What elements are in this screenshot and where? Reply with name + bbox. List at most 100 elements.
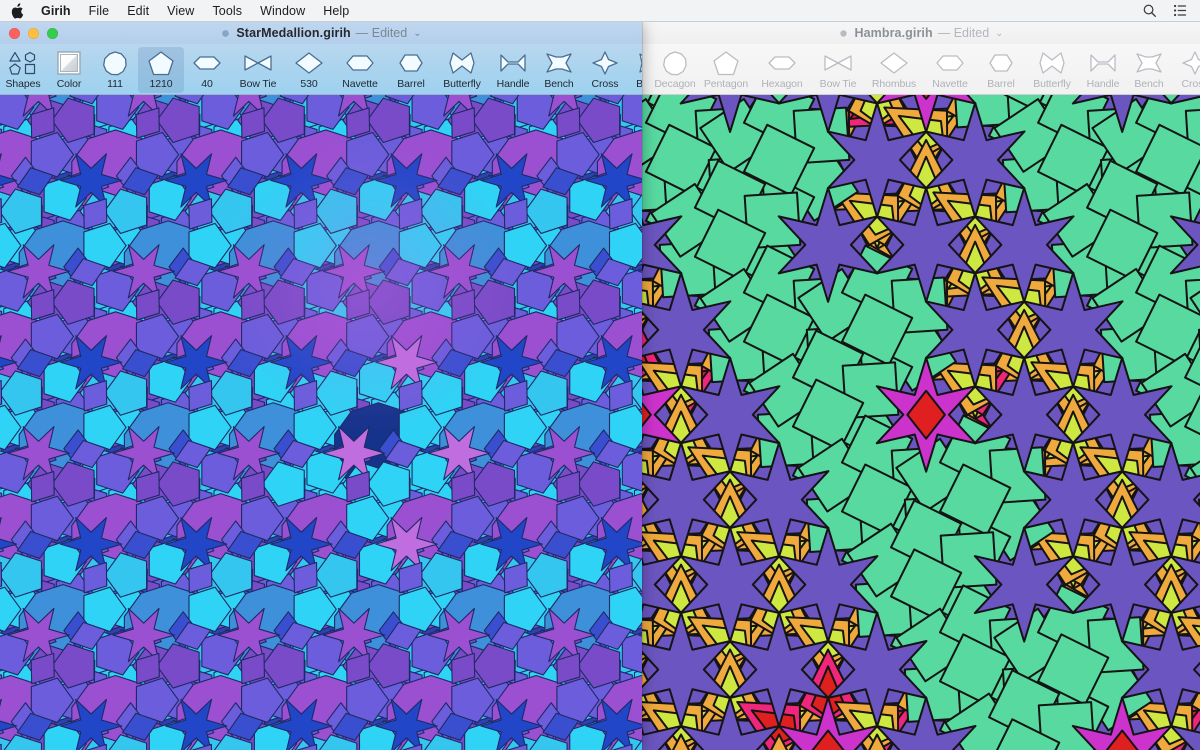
toolbar-label: Bow Tie — [240, 78, 277, 90]
toolbar-label: 40 — [201, 78, 212, 90]
toolbar-label: Navette — [932, 78, 968, 90]
menu-item-tools[interactable]: Tools — [203, 0, 251, 22]
window-title-text-star: StarMedallion.girih — [236, 26, 350, 40]
toolbar-item-pentagon-hambra[interactable]: Pentagon — [698, 47, 754, 93]
rhombus-icon — [294, 50, 324, 76]
toolbar-item-navette[interactable]: Navette — [332, 47, 388, 93]
toolbar-hambra: » Decagon Pentagon Hexagon — [642, 44, 1200, 95]
toolbar-item-handle[interactable]: Handle — [490, 47, 536, 93]
butterfly-icon — [448, 50, 476, 76]
cross-icon — [1181, 50, 1200, 76]
toolbar-item-butterfly[interactable]: Butterfly — [434, 47, 490, 93]
toolbar-label: Barrel — [987, 78, 1014, 90]
toolbar-item-decagon-hambra[interactable]: Decagon — [652, 47, 698, 93]
toolbar-item-bridge[interactable]: Bridge — [628, 47, 642, 93]
toolbar-label: Butterfly — [1033, 78, 1071, 90]
toolbar-label: Bench — [1134, 78, 1163, 90]
toolbar-label: Handle — [497, 78, 530, 90]
navette-icon — [345, 50, 375, 76]
toolbar-label: Cross — [592, 78, 619, 90]
titlebar-star-medallion[interactable]: StarMedallion.girih — Edited ⌄ — [0, 22, 642, 44]
toolbar-item-530[interactable]: 530 — [286, 47, 332, 93]
color-swatch-icon — [56, 50, 82, 76]
document-badge-icon — [838, 28, 849, 39]
toolbar-item-barrel[interactable]: Barrel — [388, 47, 434, 93]
handle-icon — [498, 50, 528, 76]
window-star-medallion[interactable]: StarMedallion.girih — Edited ⌄ Shapes — [0, 22, 642, 750]
menu-item-help[interactable]: Help — [314, 0, 358, 22]
minimize-button[interactable] — [28, 28, 39, 39]
toolbar-item-cross-hambra[interactable]: Cross — [1172, 47, 1200, 93]
toolbar-item-handle-hambra[interactable]: Handle — [1080, 47, 1126, 93]
barrel-icon — [396, 50, 426, 76]
control-center-icon[interactable] — [1173, 3, 1188, 18]
toolbar-label: Barrel — [397, 78, 424, 90]
menu-item-edit[interactable]: Edit — [118, 0, 158, 22]
toolbar-item-hexagon-hambra[interactable]: Hexagon — [754, 47, 810, 93]
zoom-button[interactable] — [47, 28, 58, 39]
window-title-star-medallion: StarMedallion.girih — Edited ⌄ — [0, 22, 642, 44]
toolbar-label: Bow Tie — [820, 78, 857, 90]
menu-item-view[interactable]: View — [158, 0, 203, 22]
girih-star-medallion-pattern — [0, 95, 642, 750]
toolbar-item-bench-hambra[interactable]: Bench — [1126, 47, 1172, 93]
menu-bar: Girih File Edit View Tools Window Help — [0, 0, 1200, 22]
chevron-down-icon[interactable]: ⌄ — [995, 28, 1003, 39]
toolbar-star-medallion: Shapes Color — [0, 44, 642, 95]
window-edited-badge-hambra: — Edited — [938, 26, 989, 40]
window-hambra[interactable]: Hambra.girih — Edited ⌄ » Decagon Pentag… — [642, 22, 1200, 750]
toolbar-label: Navette — [342, 78, 378, 90]
hexagon-icon — [192, 50, 222, 76]
toolbar-label: Butterfly — [443, 78, 481, 90]
cross-icon — [591, 50, 619, 76]
window-edited-badge-star: — Edited — [356, 26, 407, 40]
menu-item-window[interactable]: Window — [251, 0, 314, 22]
menu-item-girih[interactable]: Girih — [32, 0, 80, 22]
toolbar-label: Hexagon — [761, 78, 802, 90]
hexagon-icon — [767, 50, 797, 76]
toolbar-label: Decagon — [654, 78, 695, 90]
toolbar-item-bowtie-hambra[interactable]: Bow Tie — [810, 47, 866, 93]
barrel-icon — [986, 50, 1016, 76]
titlebar-hambra[interactable]: Hambra.girih — Edited ⌄ — [642, 22, 1200, 44]
toolbar-item-bow-tie[interactable]: Bow Tie — [230, 47, 286, 93]
canvas-hambra[interactable] — [642, 95, 1200, 750]
pentagon-icon — [147, 50, 175, 76]
handle-icon — [1088, 50, 1118, 76]
toolbar-item-111[interactable]: 111 — [92, 47, 138, 93]
butterfly-icon — [1038, 50, 1066, 76]
bridge-icon — [637, 50, 642, 76]
toolbar-item-cross[interactable]: Cross — [582, 47, 628, 93]
toolbar-item-1210[interactable]: 1210 — [138, 47, 184, 93]
close-button[interactable] — [9, 28, 20, 39]
menu-bar-left: Girih File Edit View Tools Window Help — [0, 0, 358, 22]
toolbar-label: Pentagon — [704, 78, 748, 90]
pentagon-icon — [712, 50, 740, 76]
search-icon[interactable] — [1142, 3, 1157, 18]
bowtie-icon — [243, 50, 273, 76]
toolbar-label: Bridge — [636, 78, 642, 90]
toolbar-item-shapes[interactable]: Shapes — [0, 47, 46, 93]
toolbar-item-butterfly-hambra[interactable]: Butterfly — [1024, 47, 1080, 93]
toolbar-label: 111 — [107, 78, 123, 90]
rhombus-icon — [879, 50, 909, 76]
bench-icon — [1134, 50, 1164, 76]
toolbar-item-navette-hambra[interactable]: Navette — [922, 47, 978, 93]
toolbar-label: Rhombus — [872, 78, 916, 90]
window-title-hambra: Hambra.girih — Edited ⌄ — [642, 22, 1200, 44]
traffic-lights — [9, 28, 58, 39]
toolbar-item-color[interactable]: Color — [46, 47, 92, 93]
canvas-star-medallion[interactable] — [0, 95, 642, 750]
toolbar-item-40[interactable]: 40 — [184, 47, 230, 93]
toolbar-item-rhombus-hambra[interactable]: Rhombus — [866, 47, 922, 93]
toolbar-label: 1210 — [150, 78, 173, 90]
toolbar-item-bench[interactable]: Bench — [536, 47, 582, 93]
decagon-icon — [661, 50, 689, 76]
screen: Girih File Edit View Tools Window Help — [0, 0, 1200, 750]
chevron-down-icon[interactable]: ⌄ — [413, 28, 421, 39]
decagon-icon — [101, 50, 129, 76]
bench-icon — [544, 50, 574, 76]
apple-logo-icon[interactable] — [8, 3, 32, 19]
toolbar-item-barrel-hambra[interactable]: Barrel — [978, 47, 1024, 93]
menu-item-file[interactable]: File — [80, 0, 119, 22]
